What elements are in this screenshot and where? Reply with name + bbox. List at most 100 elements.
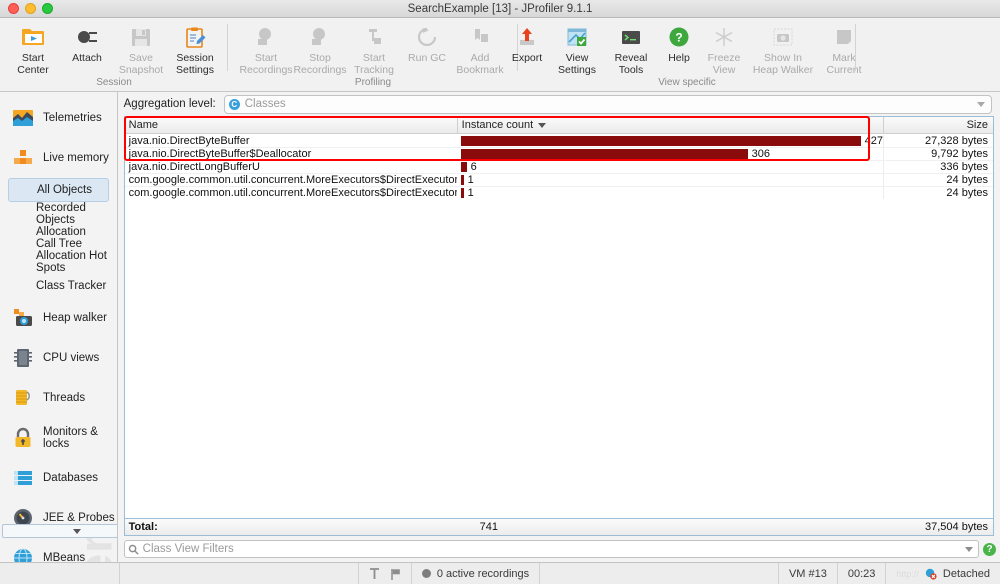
cell-size: 9,792 bytes — [883, 148, 993, 160]
btn-label-1: Start — [362, 52, 386, 64]
session-settings-button[interactable]: Session Settings — [168, 18, 222, 77]
sidebar-item-all-objects[interactable]: All Objects — [8, 178, 109, 202]
btn-label-1: Show In — [764, 52, 802, 64]
view-settings-icon — [564, 24, 590, 50]
cell-size: 27,328 bytes — [883, 134, 993, 147]
url-ghost-text: http:// — [896, 568, 919, 579]
record-stop-icon — [307, 24, 333, 50]
cell-instance-count: 427 — [457, 135, 883, 147]
filter-placeholder: Class View Filters — [142, 543, 234, 555]
sort-desc-icon — [538, 122, 547, 128]
sidebar-item-recorded-objects[interactable]: Recorded Objects — [8, 202, 109, 226]
status-time: 00:23 — [838, 563, 887, 584]
sidebar-item-cpu-views[interactable]: CPU views — [0, 338, 117, 378]
status-vm: VM #13 — [779, 563, 838, 584]
sidebar: JProfiler Telemetries Live memory All Ob… — [0, 92, 118, 562]
column-header-name[interactable]: Name — [125, 117, 457, 133]
status-bar: 0 active recordings VM #13 00:23 http://… — [0, 562, 1000, 584]
column-header-size[interactable]: Size — [883, 117, 993, 133]
table-row[interactable]: com.google.common.util.concurrent.MoreEx… — [124, 186, 993, 199]
sidebar-item-heap-walker[interactable]: Heap walker — [0, 298, 117, 338]
start-tracking-button[interactable]: Start Tracking — [347, 18, 401, 77]
cell-class-name: java.nio.DirectByteBuffer — [128, 134, 250, 147]
instance-count-bar — [460, 162, 467, 172]
sidebar-item-allocation-call-tree[interactable]: Allocation Call Tree — [8, 226, 109, 250]
reveal-tools-button[interactable]: Reveal Tools — [604, 18, 658, 77]
start-recordings-button[interactable]: Start Recordings — [239, 18, 293, 77]
help-button[interactable]: ? Help — [658, 18, 700, 77]
show-in-heap-walker-button[interactable]: Show In Heap Walker — [748, 18, 818, 77]
instance-count-bar — [460, 149, 748, 159]
cell-size: 336 bytes — [883, 161, 993, 173]
chart-icon — [12, 107, 34, 129]
btn-label-2: Center — [17, 63, 49, 76]
chevron-down-icon — [73, 528, 81, 534]
table-row[interactable]: java.nio.DirectLongBufferU 6 336 bytes — [124, 160, 993, 173]
sidebar-scroll-more-button[interactable] — [2, 524, 117, 538]
btn-label-2: Settings — [176, 63, 214, 76]
chevron-down-icon[interactable] — [965, 546, 973, 552]
bookmark-icon — [467, 24, 493, 50]
heap-camera-icon — [12, 307, 34, 329]
sidebar-item-telemetries[interactable]: Telemetries — [0, 98, 117, 138]
save-snapshot-button[interactable]: Save Snapshot — [114, 18, 168, 77]
ribbon-group-label: Profiling — [354, 77, 392, 88]
total-size: 37,504 bytes — [925, 521, 988, 533]
btn-label-2: Tools — [618, 63, 644, 76]
padlock-icon — [12, 427, 34, 449]
folder-play-icon — [20, 24, 46, 50]
class-view-filter-input[interactable]: Class View Filters — [123, 540, 979, 558]
attach-button[interactable]: Attach — [60, 18, 114, 77]
sidebar-label: MBeans — [43, 552, 86, 562]
filter-bar: Class View Filters ? — [118, 536, 1000, 562]
status-flex-pad — [120, 563, 359, 584]
instance-count-bar — [460, 175, 464, 185]
mark-current-button[interactable]: Mark Current — [818, 18, 870, 77]
mark-flag-icon — [831, 24, 857, 50]
view-settings-button[interactable]: View Settings — [550, 18, 604, 77]
sidebar-item-threads[interactable]: Threads — [0, 378, 117, 418]
sidebar-item-monitors-locks[interactable]: Monitors & locks — [0, 418, 117, 458]
export-up-arrow-icon — [514, 24, 540, 50]
table-row[interactable]: com.google.common.util.concurrent.MoreEx… — [124, 173, 993, 186]
recordings-label: 0 active recordings — [436, 567, 530, 580]
connection-status: Detached — [942, 567, 991, 580]
btn-label-2: Recordings — [293, 63, 347, 76]
export-button[interactable]: Export — [504, 18, 550, 77]
start-center-button[interactable]: Start Center — [6, 18, 60, 77]
btn-label-1: Run GC — [408, 52, 446, 64]
status-recordings[interactable]: 0 active recordings — [412, 563, 541, 584]
table-row[interactable]: java.nio.DirectByteBuffer$Deallocator 306… — [124, 147, 993, 160]
disconnected-icon — [925, 568, 937, 580]
status-connection[interactable]: http:// Detached — [886, 563, 1000, 584]
sidebar-item-databases[interactable]: Databases — [0, 458, 117, 498]
status-markers[interactable] — [359, 563, 412, 584]
refresh-cycle-icon — [414, 24, 440, 50]
btn-label-2: Tracking — [354, 63, 394, 76]
sidebar-item-mbeans[interactable]: MBeans — [0, 538, 117, 562]
sidebar-item-live-memory[interactable]: Live memory — [0, 138, 117, 178]
instance-count-bar — [460, 135, 861, 146]
stop-recordings-button[interactable]: Stop Recordings — [293, 18, 347, 77]
column-header-instance-count[interactable]: Instance count — [456, 117, 883, 133]
run-gc-button[interactable]: Run GC — [401, 18, 453, 77]
snowflake-icon — [711, 24, 737, 50]
add-bookmark-button[interactable]: Add Bookmark — [453, 18, 507, 77]
aggregation-value: Classes — [244, 98, 286, 110]
clipboard-pencil-icon — [182, 24, 208, 50]
aggregation-level-select[interactable]: C Classes — [223, 94, 992, 114]
sidebar-item-class-tracker[interactable]: Class Tracker — [8, 274, 109, 298]
sidebar-item-allocation-hot-spots[interactable]: Allocation Hot Spots — [8, 250, 109, 274]
sidebar-label: CPU views — [43, 352, 100, 364]
cell-class-name: com.google.common.util.concurrent.MoreEx… — [128, 174, 457, 186]
ribbon-group-session: Start Center Attach Save Snapshot Sessio… — [0, 18, 228, 91]
filter-help-button[interactable]: ? — [983, 542, 996, 556]
freeze-view-button[interactable]: Freeze View — [700, 18, 748, 77]
btn-label-1: Attach — [72, 52, 102, 64]
jprofiler-window: SearchExample [13] - JProfiler 9.1.1 Sta… — [0, 0, 1000, 584]
table-row[interactable]: java.nio.DirectByteBuffer 427 27,328 bytes — [125, 134, 993, 147]
cell-class-name: com.google.common.util.concurrent.MoreEx… — [128, 187, 457, 199]
sidebar-label: Live memory — [43, 152, 109, 164]
btn-label-2: Heap Walker — [752, 63, 814, 76]
table-body: java.nio.DirectByteBuffer 427 27,328 bytes… — [124, 134, 993, 199]
